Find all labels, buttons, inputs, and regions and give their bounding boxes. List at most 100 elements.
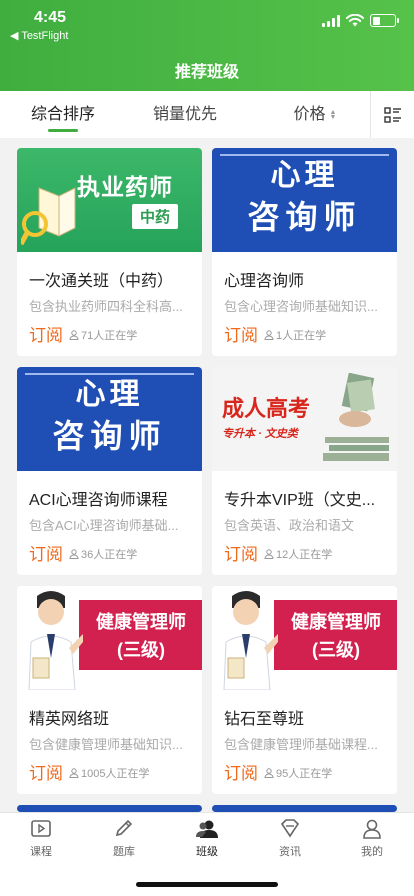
tab-course-label: 课程 xyxy=(30,846,52,858)
cover-line-1: 健康管理师 xyxy=(291,612,381,632)
class-card[interactable]: 心理 咨询师 ACI心理咨询师课程 包含ACI心理咨询师基础... 订阅 36人… xyxy=(17,367,202,575)
back-to-testflight-link[interactable]: ◀ TestFlight xyxy=(10,29,68,42)
class-description: 包含心理咨询师基础知识... xyxy=(224,299,378,314)
subscribe-button[interactable]: 订阅 xyxy=(29,759,63,784)
class-title: 一次通关班（中药） xyxy=(29,273,174,290)
class-card[interactable]: 执业药师 中药 一次通关班（中药） 包含执业药师四科全科高... 订阅 71人正… xyxy=(17,148,202,356)
book-magnifier-icon xyxy=(21,187,76,246)
class-description: 包含ACI心理咨询师基础... xyxy=(29,518,179,533)
tab-comprehensive-sort[interactable]: 综合排序 xyxy=(18,91,108,138)
class-title: 精英网络班 xyxy=(29,711,110,728)
learner-count-text: 36人正在学 xyxy=(81,549,138,561)
class-cover-image: 健康管理师 (三级) xyxy=(17,586,202,690)
learner-count-text: 71人正在学 xyxy=(81,330,138,342)
tab-sales-first[interactable]: 销量优先 xyxy=(140,91,230,138)
money-stack-icon xyxy=(323,373,389,461)
cover-line-1: 成人高考 xyxy=(222,396,311,421)
class-description: 包含执业药师四科全科高... xyxy=(29,299,183,314)
cover-line-2: 咨询师 xyxy=(52,417,167,455)
tab-question-bank-label: 题库 xyxy=(113,846,135,858)
learner-count: 1005人正在学 xyxy=(69,765,149,781)
subscribe-button[interactable]: 订阅 xyxy=(29,321,63,346)
subscribe-button[interactable]: 订阅 xyxy=(29,540,63,565)
sort-arrows-icon: ▲ ▼ xyxy=(329,108,337,121)
subscribe-button[interactable]: 订阅 xyxy=(224,540,258,565)
video-icon xyxy=(31,820,51,837)
diamond-icon xyxy=(280,819,300,838)
class-title: 专升本VIP班（文史... xyxy=(224,492,376,509)
class-cover-image xyxy=(212,805,397,812)
class-description: 包含健康管理师基础知识... xyxy=(29,737,183,752)
person-icon xyxy=(69,549,79,559)
class-card-partial[interactable] xyxy=(212,805,397,812)
class-cover-image: 执业药师 中药 xyxy=(17,148,202,252)
learner-count-text: 12人正在学 xyxy=(276,549,333,561)
person-icon xyxy=(264,549,274,559)
class-description: 包含健康管理师基础课程... xyxy=(224,737,378,752)
sort-bar: 综合排序 销量优先 价格 ▲ ▼ xyxy=(0,91,414,138)
people-icon xyxy=(196,820,218,838)
tab-news[interactable]: 资讯 xyxy=(260,819,320,859)
class-card[interactable]: 健康管理师 (三级) 钻石至尊班 包含健康管理师基础课程... 订阅 95人正在… xyxy=(212,586,397,794)
layout-toggle-button[interactable] xyxy=(370,91,414,138)
subscribe-button[interactable]: 订阅 xyxy=(224,759,258,784)
class-title: ACI心理咨询师课程 xyxy=(29,492,168,509)
status-icons xyxy=(322,14,399,27)
class-cover-image: 健康管理师 (三级) xyxy=(212,586,397,690)
class-card[interactable]: 心理 咨询师 心理咨询师 包含心理咨询师基础知识... 订阅 1人正在学 xyxy=(212,148,397,356)
learner-count: 71人正在学 xyxy=(69,327,137,343)
tab-mine-label: 我的 xyxy=(361,846,383,858)
cover-line-2: 中药 xyxy=(132,204,179,229)
class-card-partial[interactable] xyxy=(17,805,202,812)
class-title: 钻石至尊班 xyxy=(224,711,305,728)
tab-mine[interactable]: 我的 xyxy=(342,819,402,859)
cellular-signal-icon xyxy=(322,14,340,27)
subscribe-button[interactable]: 订阅 xyxy=(224,321,258,346)
class-card[interactable]: 成人高考 专升本 · 文史类 专升本VIP班（文史... 包含英语、政治和语文 … xyxy=(212,367,397,575)
person-icon xyxy=(264,768,274,778)
person-icon xyxy=(69,330,79,340)
class-cover-image: 心理 咨询师 xyxy=(212,148,397,252)
learner-count-text: 1人正在学 xyxy=(276,330,327,342)
page-title: 推荐班级 xyxy=(174,64,239,81)
learner-count: 1人正在学 xyxy=(264,327,326,343)
list-grid-icon xyxy=(383,106,401,123)
tab-question-bank[interactable]: 题库 xyxy=(94,819,154,859)
wifi-icon xyxy=(346,14,364,27)
cover-line-2: 专升本 · 文史类 xyxy=(222,428,298,440)
cover-line-2: (三级) xyxy=(312,640,360,660)
cover-line-1: 健康管理师 xyxy=(96,612,186,632)
cover-line-1: 心理 xyxy=(270,158,339,193)
user-icon xyxy=(363,819,381,839)
learner-count-text: 95人正在学 xyxy=(276,768,333,780)
learner-count: 36人正在学 xyxy=(69,546,137,562)
tab-price-label: 价格 xyxy=(293,106,326,123)
class-cover-image: 心理 咨询师 xyxy=(17,367,202,471)
cover-line-2: (三级) xyxy=(117,640,165,660)
learner-count: 95人正在学 xyxy=(264,765,332,781)
cover-line-2: 咨询师 xyxy=(247,198,362,236)
tab-news-label: 资讯 xyxy=(279,846,301,858)
learner-count-text: 1005人正在学 xyxy=(81,768,150,780)
class-cover-image: 成人高考 专升本 · 文史类 xyxy=(212,367,397,471)
class-card[interactable]: 健康管理师 (三级) 精英网络班 包含健康管理师基础知识... 订阅 1005人… xyxy=(17,586,202,794)
tab-course[interactable]: 课程 xyxy=(11,819,71,859)
class-cover-image xyxy=(17,805,202,812)
cover-line-1: 心理 xyxy=(75,377,144,412)
class-description: 包含英语、政治和语文 xyxy=(224,518,355,533)
person-icon xyxy=(264,330,274,340)
class-title: 心理咨询师 xyxy=(224,273,305,290)
person-icon xyxy=(69,768,79,778)
doctor-illustration-icon xyxy=(28,591,83,690)
pencil-icon xyxy=(115,819,133,837)
status-time: 4:45 xyxy=(34,9,67,26)
app-header: 4:45 ◀ TestFlight 推荐班级 xyxy=(0,0,414,91)
tab-price-sort[interactable]: 价格 ▲ ▼ xyxy=(270,91,360,138)
home-indicator xyxy=(136,882,278,887)
cover-line-1: 执业药师 xyxy=(77,174,173,200)
tab-class[interactable]: 班级 xyxy=(177,819,237,859)
learner-count: 12人正在学 xyxy=(264,546,332,562)
battery-icon xyxy=(370,14,399,27)
tab-class-label: 班级 xyxy=(196,846,218,858)
doctor-illustration-icon xyxy=(223,591,278,690)
